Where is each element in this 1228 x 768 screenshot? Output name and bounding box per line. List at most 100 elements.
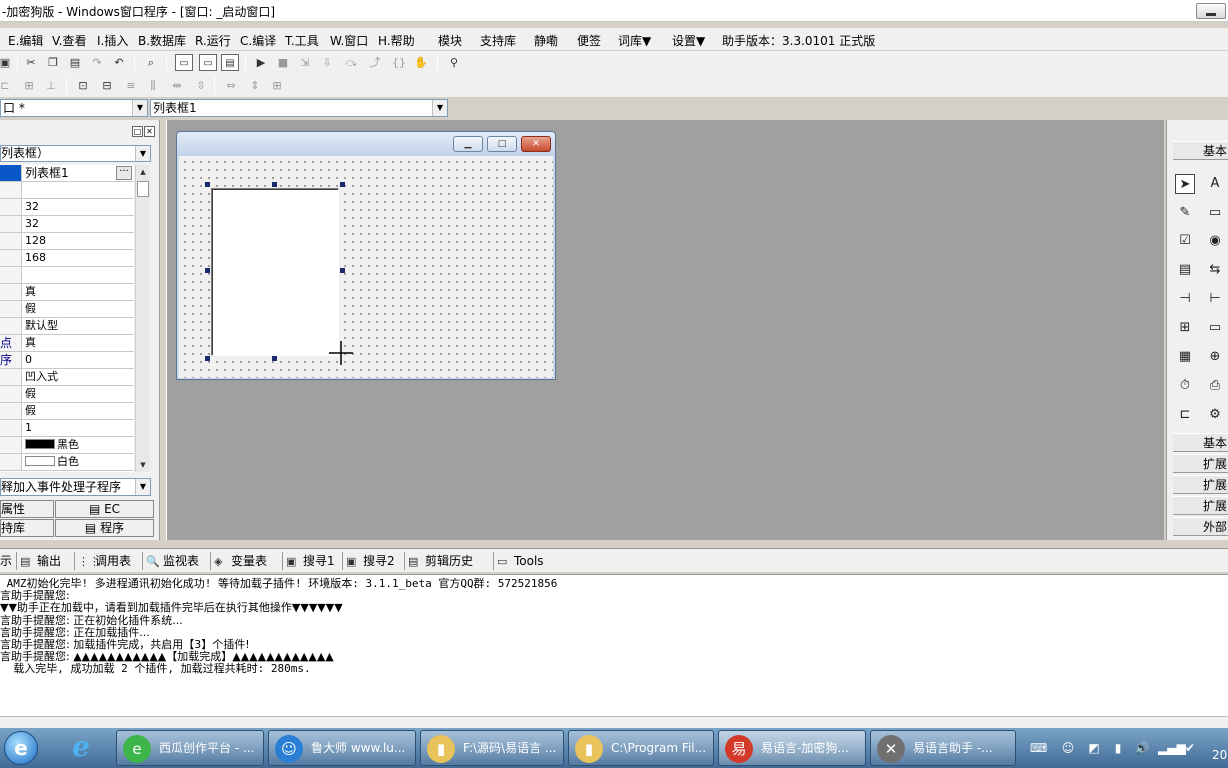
resize-handle[interactable] — [340, 182, 345, 187]
minimize-button[interactable] — [1196, 3, 1226, 19]
center-horizontal-icon[interactable]: ⊡ — [74, 77, 92, 94]
property-value[interactable]: 32 — [25, 216, 133, 232]
tab-ec[interactable]: ▤ EC — [55, 500, 154, 518]
output-pane[interactable]: AMZ初始化完毕! 多进程通讯初始化成功! 等待加载子插件! 环境版本: 3.1… — [0, 574, 1228, 716]
window-selector-combo[interactable]: 口 * ▼ — [0, 99, 148, 117]
toolbox-category-header[interactable]: 基本 — [1173, 433, 1228, 452]
redo-icon[interactable]: ↷ — [88, 54, 106, 71]
align-left-icon[interactable]: ⊏ — [0, 77, 14, 94]
same-width-icon[interactable]: ⇹ — [168, 77, 186, 94]
property-row[interactable]: 白色 — [0, 454, 134, 471]
property-row[interactable]: 黑色 — [0, 437, 134, 454]
pointer-tool-icon[interactable]: ➤ — [1175, 174, 1195, 194]
binoculars-icon[interactable]: ⚲ — [445, 54, 463, 71]
resize-handle[interactable] — [272, 182, 277, 187]
property-row[interactable]: 凹入式 — [0, 369, 134, 386]
property-value[interactable]: 假 — [25, 301, 133, 317]
ellipsis-button[interactable]: ··· — [116, 166, 132, 180]
keyboard-icon[interactable]: ⌨ — [1030, 740, 1047, 756]
table-tool-icon[interactable]: ▦ — [1175, 347, 1195, 367]
signal-icon[interactable]: ▂▄▆ — [1158, 740, 1186, 756]
step-icon[interactable]: ⇲ — [296, 54, 314, 71]
edit-tool-icon[interactable]: ✎ — [1175, 203, 1195, 223]
resize-handle[interactable] — [340, 268, 345, 273]
menu-item-13[interactable]: 词库▼ — [618, 32, 651, 49]
property-row[interactable]: 默认型 — [0, 318, 134, 335]
property-row[interactable]: 假 — [0, 386, 134, 403]
tab-tool-icon[interactable]: ⇆ — [1205, 260, 1225, 280]
scroll-down-icon[interactable]: ▼ — [136, 458, 150, 472]
undo-icon[interactable]: ↶ — [110, 54, 128, 71]
usb-icon[interactable]: ▮ — [1110, 740, 1126, 756]
property-row[interactable]: 假 — [0, 403, 134, 420]
property-value[interactable]: 默认型 — [25, 318, 133, 334]
output-tab[interactable]: ▤ 剪辑历史 — [408, 552, 473, 570]
layout-3-icon[interactable]: ▤ — [221, 54, 239, 71]
property-row[interactable] — [0, 267, 134, 284]
timer-tool-icon[interactable]: ⏱ — [1175, 376, 1195, 396]
taskbar-button[interactable]: ▮ F:\源码\易语言 ... — [420, 730, 564, 766]
step-over-icon[interactable]: ⤼ — [342, 54, 360, 71]
property-row[interactable]: 点真 — [0, 335, 134, 352]
form-title-bar[interactable]: ▁ □ ✕ — [177, 132, 555, 156]
property-value[interactable]: 168 — [25, 250, 133, 266]
toolbox-category-header[interactable]: 扩展 — [1173, 496, 1228, 515]
same-height-icon[interactable]: ⇳ — [192, 77, 210, 94]
property-value[interactable]: 真 — [25, 335, 133, 351]
taskbar-button[interactable]: e 西瓜创作平台 - ... — [116, 730, 264, 766]
resize-handle[interactable] — [205, 268, 210, 273]
taskbar-button[interactable]: ☺ 鲁大师 www.lu... — [268, 730, 416, 766]
braces-icon[interactable]: {} — [390, 54, 408, 71]
output-tab[interactable]: ◈ 变量表 — [214, 552, 267, 570]
resize-handle[interactable] — [272, 356, 277, 361]
listbox-control[interactable] — [211, 188, 339, 356]
property-value[interactable] — [25, 267, 133, 283]
resize-handle[interactable] — [205, 182, 210, 187]
property-row[interactable]: 假 — [0, 301, 134, 318]
property-value[interactable]: 黑色 — [25, 437, 133, 453]
grid-width-icon[interactable]: ⇔ — [222, 77, 240, 94]
property-row[interactable]: 列表框1 ··· — [0, 165, 134, 182]
menu-item-1[interactable]: V.查看 — [52, 32, 86, 49]
property-value[interactable]: 1 — [25, 420, 133, 436]
property-row[interactable]: 128 — [0, 233, 134, 250]
toolbox-category-header[interactable]: 扩展 — [1173, 475, 1228, 494]
close-icon[interactable]: ✕ — [144, 126, 155, 137]
restore-icon[interactable]: □ — [132, 126, 143, 137]
toolbox-header-basic[interactable]: 基本 — [1173, 141, 1228, 160]
output-tab[interactable]: ⋮⋮调用表 — [78, 552, 131, 570]
grid-height-icon[interactable]: ⇕ — [246, 77, 264, 94]
form-maximize-icon[interactable]: □ — [487, 136, 517, 152]
security-icon[interactable]: ✔ — [1182, 740, 1198, 756]
form-minimize-icon[interactable]: ▁ — [453, 136, 483, 152]
output-tab[interactable]: ▤ 输出 — [20, 552, 61, 570]
form-close-icon[interactable]: ✕ — [521, 136, 551, 152]
server-tool-icon[interactable]: ⚙ — [1205, 405, 1225, 425]
event-combo[interactable]: 释加入事件处理子程序 ▼ — [0, 478, 151, 496]
property-value[interactable]: 假 — [25, 403, 133, 419]
toolbox-category-header[interactable]: 外部 — [1173, 517, 1228, 536]
chevron-down-icon[interactable]: ▼ — [132, 100, 147, 116]
grid-tool-icon[interactable]: ⊞ — [1175, 318, 1195, 338]
stop-icon[interactable]: ■ — [274, 54, 292, 71]
scroll-thumb[interactable] — [137, 181, 149, 197]
find-icon[interactable]: ⌕ — [142, 54, 160, 71]
run-icon[interactable]: ▶ — [252, 54, 270, 71]
checkbox-tool-icon[interactable]: ☑ — [1175, 231, 1195, 251]
menu-item-4[interactable]: R.运行 — [195, 32, 231, 49]
resize-handle[interactable] — [205, 356, 210, 361]
menu-item-15[interactable]: 助手版本：3.3.0101 正式版 — [722, 32, 875, 49]
taskbar-button[interactable]: ▮ C:\Program Fil... — [568, 730, 714, 766]
menu-item-12[interactable]: 便签 — [577, 32, 601, 49]
property-row[interactable]: 真 — [0, 284, 134, 301]
menu-item-3[interactable]: B.数据库 — [138, 32, 186, 49]
client-tool-icon[interactable]: ⊏ — [1175, 405, 1195, 425]
output-tab[interactable]: ▭ Tools — [497, 552, 544, 570]
align-bottom-icon[interactable]: ⊥ — [42, 77, 60, 94]
network-tool-icon[interactable]: ⊕ — [1205, 347, 1225, 367]
property-value[interactable]: 假 — [25, 386, 133, 402]
tab-program[interactable]: ▤ 程序 — [55, 519, 154, 537]
property-value[interactable]: 真 — [25, 284, 133, 300]
toolbox-category-header[interactable]: 扩展 — [1173, 454, 1228, 473]
property-value[interactable] — [25, 182, 133, 198]
